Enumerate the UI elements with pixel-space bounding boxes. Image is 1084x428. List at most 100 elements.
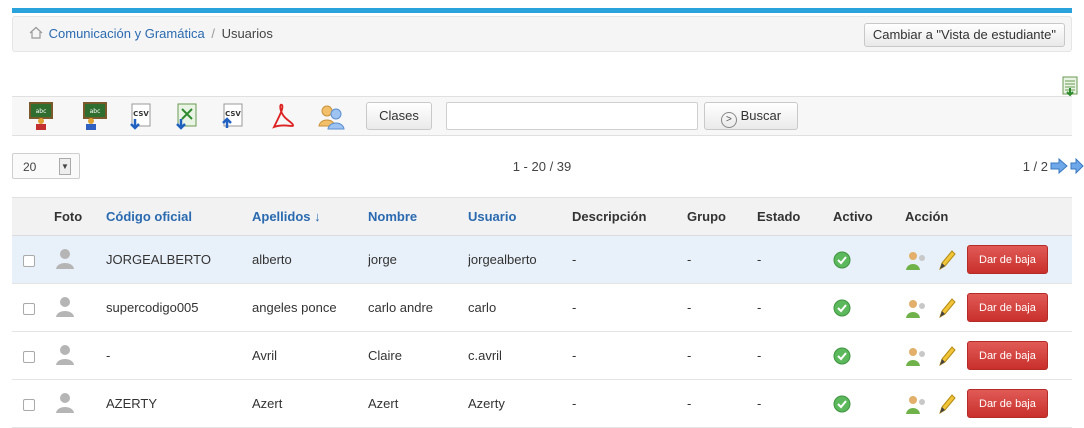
cell-codigo: AZERTY	[106, 379, 252, 428]
dar-de-baja-button[interactable]: Dar de baja	[967, 245, 1048, 274]
cell-apellidos: angeles ponce	[252, 283, 368, 332]
pagination-bar: 20 ▼ 1 - 20 / 39 1 / 2	[12, 153, 1084, 187]
svg-text:abc: abc	[90, 108, 101, 115]
cell-descripcion: -	[572, 283, 687, 332]
csv-import-icon[interactable]: CSV	[126, 101, 156, 131]
cell-nombre: Claire	[368, 331, 468, 380]
last-page-icon[interactable]	[1070, 158, 1084, 174]
row-checkbox[interactable]	[23, 254, 35, 267]
home-icon[interactable]	[29, 26, 45, 42]
pager: 1 / 2	[1023, 158, 1084, 174]
user-profile-icon[interactable]	[905, 345, 927, 367]
edit-pencil-icon[interactable]	[937, 345, 957, 367]
export-sheet-icon[interactable]	[1060, 76, 1080, 96]
row-checkbox[interactable]	[23, 350, 35, 363]
cell-nombre: carlo andre	[368, 283, 468, 332]
table-row[interactable]: AZERTY Azert Azert Azerty - - - Dar de b…	[12, 379, 1072, 428]
avatar-placeholder-icon	[56, 249, 74, 269]
header-estado: Estado	[757, 197, 833, 236]
clases-button[interactable]: Clases	[366, 102, 432, 130]
header-select	[12, 197, 54, 236]
dar-de-baja-button[interactable]: Dar de baja	[967, 341, 1048, 370]
cell-estado: -	[757, 331, 833, 380]
users-group-icon[interactable]	[316, 101, 346, 131]
cell-grupo: -	[687, 331, 757, 380]
pdf-icon[interactable]	[268, 101, 298, 131]
active-check-icon[interactable]	[833, 251, 851, 269]
chevron-right-icon: >	[720, 112, 737, 128]
cell-estado: -	[757, 235, 833, 284]
svg-text:CSV: CSV	[133, 110, 149, 118]
avatar-placeholder-icon	[56, 297, 74, 317]
table-row[interactable]: JORGEALBERTO alberto jorge jorgealberto …	[12, 235, 1072, 284]
cell-grupo: -	[687, 235, 757, 284]
avatar-placeholder-icon	[56, 393, 74, 413]
cell-descripcion: -	[572, 235, 687, 284]
header-codigo[interactable]: Código oficial	[106, 197, 252, 236]
cell-apellidos: alberto	[252, 235, 368, 284]
search-button-label: Buscar	[740, 108, 782, 123]
cell-nombre: Azert	[368, 379, 468, 428]
cell-estado: -	[757, 379, 833, 428]
avatar-placeholder-icon	[56, 345, 74, 365]
page-indicator: 1 / 2	[1022, 158, 1048, 174]
active-check-icon[interactable]	[833, 395, 851, 413]
edit-pencil-icon[interactable]	[937, 393, 957, 415]
cell-grupo: -	[687, 283, 757, 332]
breadcrumb-current: Usuarios	[221, 26, 273, 41]
user-profile-icon[interactable]	[905, 297, 927, 319]
row-checkbox[interactable]	[23, 398, 35, 411]
header-grupo: Grupo	[687, 197, 757, 236]
cell-descripcion: -	[572, 331, 687, 380]
users-toolbar: abc abc CSV CSV Clases > Buscar	[12, 96, 1072, 136]
table-header-row: Foto Código oficial Apellidos ↓ Nombre U…	[12, 197, 1072, 236]
cell-codigo: -	[106, 331, 252, 380]
header-usuario[interactable]: Usuario	[468, 197, 572, 236]
breadcrumb: Comunicación y Gramática / Usuarios Camb…	[12, 16, 1072, 52]
top-accent-bar	[12, 8, 1072, 13]
switch-student-view-button[interactable]: Cambiar a "Vista de estudiante"	[863, 23, 1065, 47]
cell-nombre: jorge	[368, 235, 468, 284]
cell-usuario: jorgealberto	[468, 235, 572, 284]
edit-pencil-icon[interactable]	[937, 297, 957, 319]
table-row[interactable]: - Avril Claire c.avril - - - Dar de baja	[12, 331, 1072, 380]
header-accion: Acción	[905, 197, 1072, 236]
table-row[interactable]: supercodigo005 angeles ponce carlo andre…	[12, 283, 1072, 332]
breadcrumb-course-link[interactable]: Comunicación y Gramática	[49, 26, 205, 41]
teacher-board-icon[interactable]: abc	[26, 101, 56, 131]
cell-usuario: carlo	[468, 283, 572, 332]
cell-codigo: supercodigo005	[106, 283, 252, 332]
row-checkbox[interactable]	[23, 302, 35, 315]
excel-import-icon[interactable]	[172, 101, 202, 131]
cell-descripcion: -	[572, 379, 687, 428]
user-profile-icon[interactable]	[905, 249, 927, 271]
next-page-icon[interactable]	[1050, 158, 1068, 174]
header-nombre[interactable]: Nombre	[368, 197, 468, 236]
edit-pencil-icon[interactable]	[937, 249, 957, 271]
active-check-icon[interactable]	[833, 347, 851, 365]
cell-estado: -	[757, 283, 833, 332]
cell-grupo: -	[687, 379, 757, 428]
search-input[interactable]	[446, 102, 698, 130]
header-descripcion: Descripción	[572, 197, 687, 236]
header-foto: Foto	[54, 197, 106, 236]
results-range: 1 - 20 / 39	[512, 159, 572, 174]
cell-usuario: Azerty	[468, 379, 572, 428]
breadcrumb-separator: /	[211, 26, 215, 41]
cell-codigo: JORGEALBERTO	[106, 235, 252, 284]
user-profile-icon[interactable]	[905, 393, 927, 415]
csv-export-icon[interactable]: CSV	[218, 101, 248, 131]
dar-de-baja-button[interactable]: Dar de baja	[967, 389, 1048, 418]
teacher-board-icon[interactable]: abc	[80, 101, 110, 131]
active-check-icon[interactable]	[833, 299, 851, 317]
users-table: Foto Código oficial Apellidos ↓ Nombre U…	[12, 197, 1072, 428]
svg-text:abc: abc	[36, 108, 47, 115]
cell-apellidos: Avril	[252, 331, 368, 380]
search-button[interactable]: > Buscar	[704, 102, 798, 130]
cell-usuario: c.avril	[468, 331, 572, 380]
cell-apellidos: Azert	[252, 379, 368, 428]
svg-text:CSV: CSV	[225, 110, 241, 118]
header-activo: Activo	[833, 197, 905, 236]
header-apellidos[interactable]: Apellidos ↓	[252, 197, 368, 236]
dar-de-baja-button[interactable]: Dar de baja	[967, 293, 1048, 322]
